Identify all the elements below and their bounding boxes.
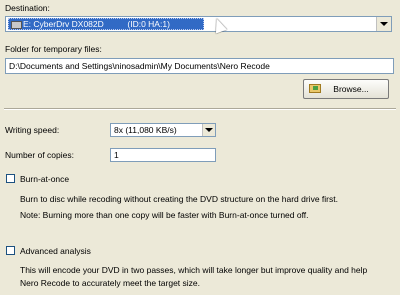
chevron-down-icon[interactable] [376, 17, 391, 31]
destination-label: Destination: [5, 3, 50, 13]
advanced-analysis-label[interactable]: Advanced analysis [20, 246, 91, 256]
burn-at-once-checkbox[interactable] [6, 174, 15, 183]
writing-speed-label: Writing speed: [5, 125, 60, 135]
temp-folder-label: Folder for temporary files: [5, 44, 102, 54]
browse-button-label: Browse... [333, 84, 369, 94]
browse-button[interactable]: Browse... [303, 79, 389, 99]
writing-speed-selected: 8x (11,080 KB/s) [114, 125, 177, 135]
temp-folder-input[interactable]: D:\Documents and Settings\ninosadmin\My … [5, 58, 394, 74]
writing-speed-dropdown[interactable]: 8x (11,080 KB/s) [110, 123, 216, 137]
burn-at-once-note: Note: Burning more than one copy will be… [20, 210, 309, 220]
divider [4, 108, 396, 110]
drive-icon [11, 21, 22, 29]
copies-input[interactable]: 1 [110, 148, 216, 162]
copies-label: Number of copies: [5, 150, 74, 160]
folder-icon [309, 84, 321, 93]
advanced-analysis-checkbox[interactable] [6, 246, 15, 255]
destination-dropdown[interactable]: E: CyberDrv DX082D (ID:0 HA:1) [5, 16, 392, 32]
burn-at-once-description: Burn to disc while recoding without crea… [20, 194, 338, 204]
advanced-analysis-description-line2: Nero Recode to accurately meet the targe… [20, 278, 201, 288]
chevron-down-icon[interactable] [202, 124, 215, 136]
burn-at-once-label[interactable]: Burn-at-once [20, 174, 69, 184]
destination-selected: E: CyberDrv DX082D (ID:0 HA:1) [8, 18, 204, 30]
advanced-analysis-description-line1: This will encode your DVD in two passes,… [20, 265, 368, 275]
destination-selected-text: E: CyberDrv DX082D (ID:0 HA:1) [23, 19, 170, 29]
